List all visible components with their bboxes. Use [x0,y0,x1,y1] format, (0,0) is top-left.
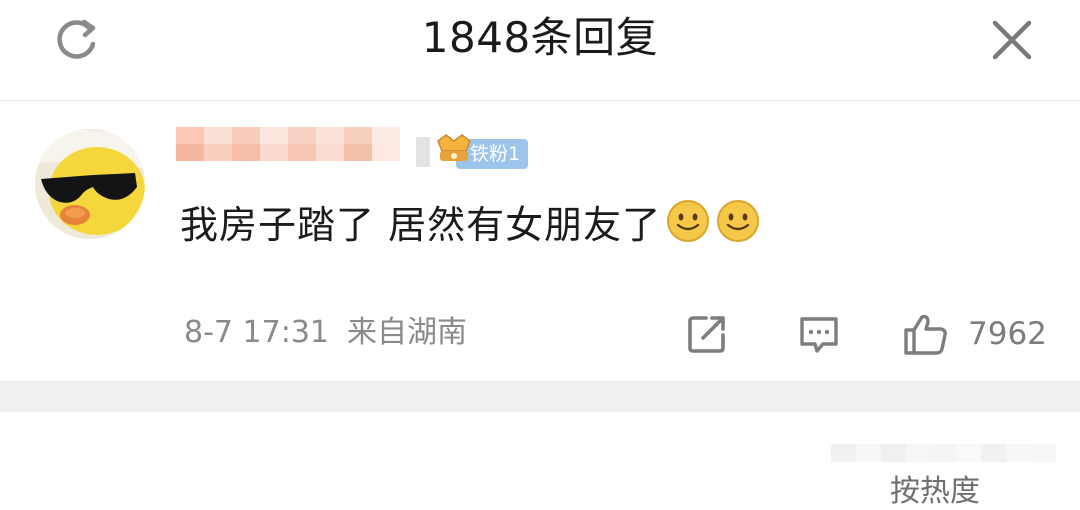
comment-meta: 8-7 17:31 来自湖南 [184,311,467,355]
comment-icon[interactable] [796,311,842,357]
comment-content: 我房子踏了 居然有女朋友了 [180,193,761,249]
smile-emoji-icon [667,200,710,242]
thumbs-up-icon [904,314,947,355]
comment-time: 8-7 17:31 [184,315,329,350]
fan-emblem-icon [437,134,471,161]
header-bar: 1848条回复 [0,0,1080,101]
like-count: 7962 [968,316,1047,352]
username-mosaic [176,127,400,161]
share-icon[interactable] [684,311,730,357]
like-button[interactable]: 7962 [900,311,1056,357]
avatar[interactable] [35,129,145,239]
smile-emoji-icon [717,200,760,242]
comment-card: 铁粉1 我房子踏了 居然有女朋友了 8-7 17:31 来自湖南 7962 [0,101,1080,381]
close-icon[interactable] [986,14,1038,66]
username[interactable] [176,127,400,161]
comment-text: 我房子踏了 居然有女朋友了 [180,202,662,247]
sort-mosaic [806,444,1056,480]
comment-location: 来自湖南 [347,315,467,350]
section-divider [0,381,1080,413]
page-title: 1848条回复 [421,13,659,62]
